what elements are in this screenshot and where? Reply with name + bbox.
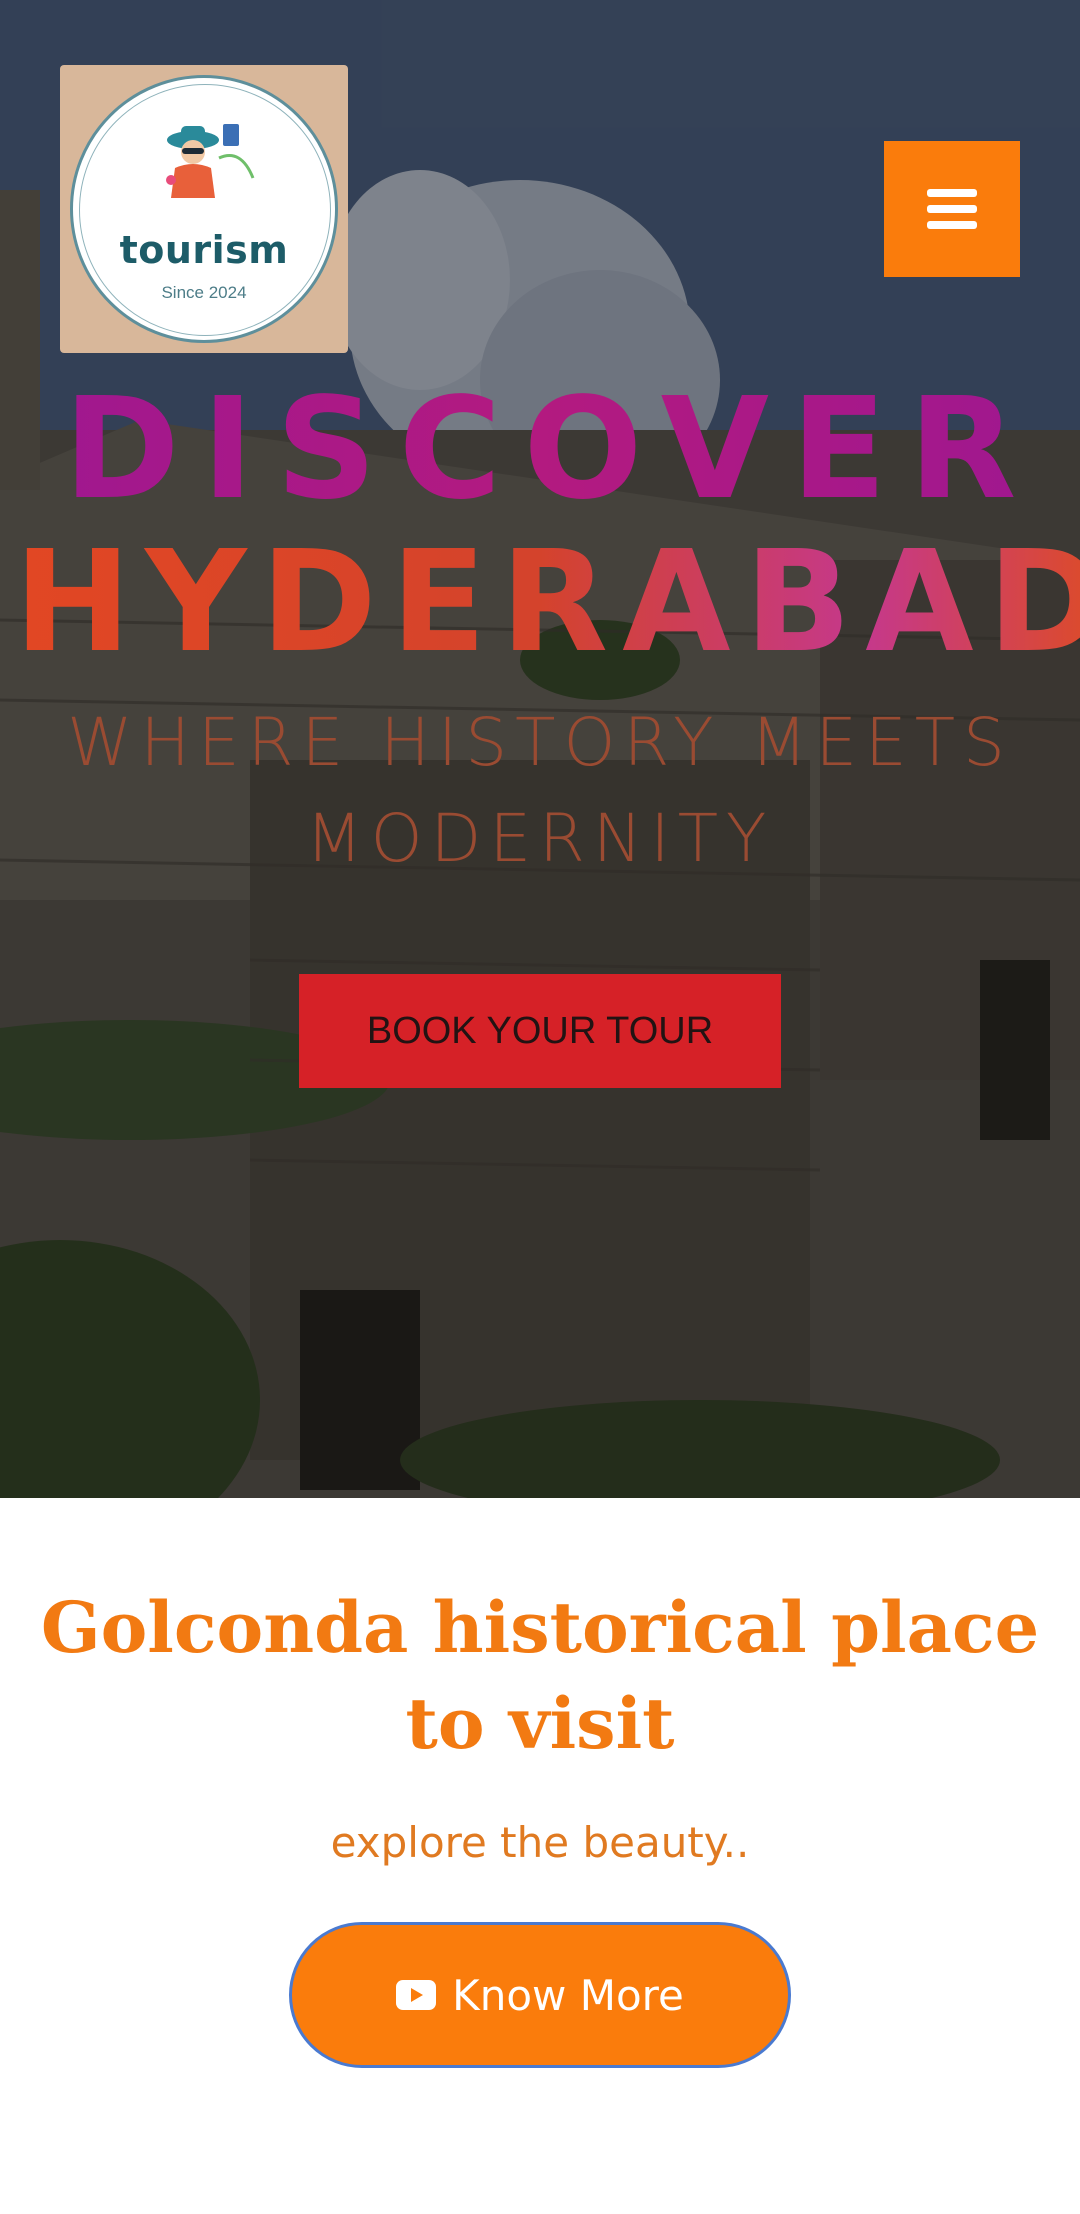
hero-section: tourism Since 2024 DISCOVER HYDERABAD WH… [0,0,1080,1498]
youtube-icon [396,1980,437,2010]
traveler-mascot-icon [166,124,255,198]
hero-headline-line2: HYDERABAD [0,528,1080,678]
hero-headline-line1: DISCOVER [0,375,1080,525]
book-tour-button[interactable]: BOOK YOUR TOUR [299,974,781,1088]
hamburger-menu-icon [927,189,977,229]
feature-subtitle: explore the beauty.. [330,1818,750,1867]
know-more-label: Know More [452,1970,684,2020]
feature-title: Golconda historical place to visit [40,1586,1040,1765]
logo-since-text: Since 2024 [161,283,247,302]
menu-button[interactable] [884,141,1020,277]
hero-tagline: WHERE HISTORY MEETS MODERNITY [67,704,1013,877]
site-logo[interactable]: tourism Since 2024 [60,65,348,353]
logo-wordmark: tourism [119,228,289,272]
know-more-button[interactable]: Know More [289,1922,791,2068]
logo-badge: tourism Since 2024 [70,75,338,343]
